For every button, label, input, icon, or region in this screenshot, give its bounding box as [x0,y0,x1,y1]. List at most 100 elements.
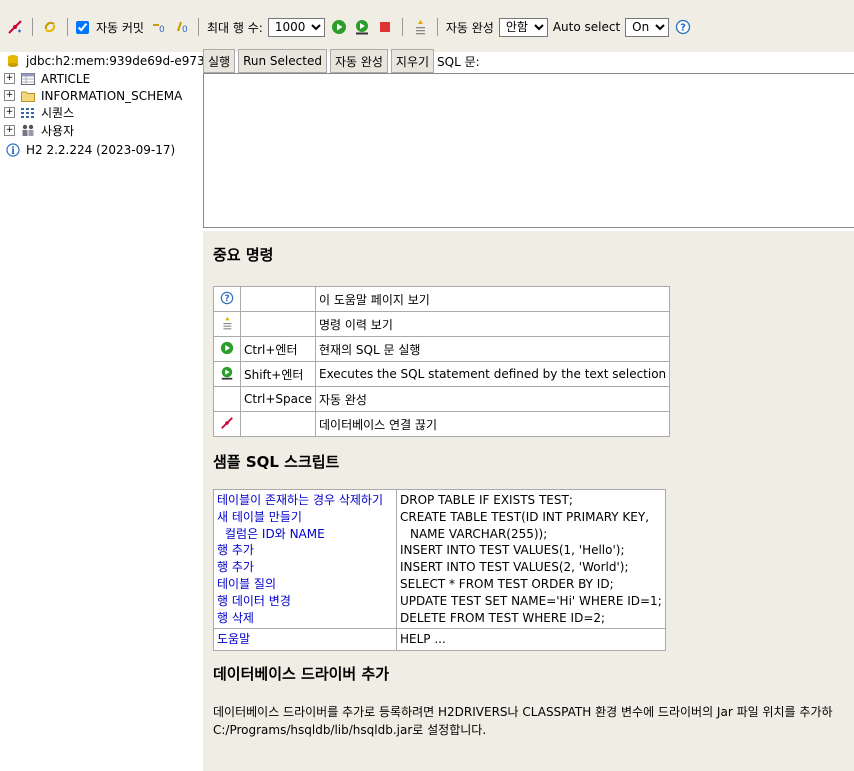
table-row: Ctrl+엔터 현재의 SQL 문 실행 [213,336,671,362]
table-row: ? 이 도움말 페이지 보기 [213,286,671,312]
driver-title: 데이터베이스 드라이버 추가 [213,665,390,683]
auto-complete-button[interactable]: 자동 완성 [329,49,388,73]
database-icon [4,52,22,70]
tree-item-label: 시퀀스 [41,106,75,120]
disconnect-icon[interactable] [220,416,234,433]
sample-link-create[interactable]: 새 테이블 만들기 [217,509,393,526]
version-node: i H2 2.2.224 (2023-09-17) [4,141,175,158]
commit-icon[interactable]: 0 [172,18,190,36]
sample-link-select[interactable]: 테이블 질의 [217,576,393,593]
commands-table: ? 이 도움말 페이지 보기 명령 이력 보기 Ctrl+엔터 현재의 SQL … [213,286,671,437]
max-rows-label: 최대 행 수: [206,20,263,35]
help-link[interactable]: 도움말 [217,631,393,648]
sql-line: CREATE TABLE TEST(ID INT PRIMARY KEY, [400,509,650,524]
connection-url: jdbc:h2:mem:939de69d-e973-4b [26,53,225,68]
rollback-icon[interactable]: 0 [149,18,167,36]
table-icon [19,70,37,88]
auto-select-label: Auto select [552,20,621,34]
sample-link-delete[interactable]: 행 삭제 [217,610,393,627]
sql-line: DELETE FROM TEST WHERE ID=2; [400,610,606,625]
sample-link-insert-2[interactable]: 행 추가 [217,559,393,576]
sample-link-drop[interactable]: 테이블이 존재하는 경우 삭제하기 [217,492,393,509]
connection-node[interactable]: jdbc:h2:mem:939de69d-e973-4b [4,52,224,69]
key-cell: Ctrl+엔터 [240,336,316,362]
run-selected-icon[interactable] [220,366,234,384]
key-cell [240,286,316,312]
refresh-icon[interactable] [41,18,59,36]
help-link-cell: 도움말 [213,628,397,652]
desc-cell: Executes the SQL statement defined by th… [314,361,671,387]
key-cell [240,311,316,337]
toolbar-separator [197,18,199,36]
run-button[interactable]: 실행 [203,49,236,73]
sql-label: SQL 문: [437,54,480,69]
desc-cell: 이 도움말 페이지 보기 [314,286,671,312]
key-cell: Shift+엔터 [240,361,316,387]
sql-line: DROP TABLE IF EXISTS TEST; [400,493,573,507]
driver-note: 데이터베이스 드라이버를 추가로 등록하려면 H2DRIVERS나 CLASSP… [213,703,853,739]
history-icon[interactable] [220,316,234,334]
clear-button[interactable]: 지우기 [390,49,435,73]
samples-table: 테이블이 존재하는 경우 삭제하기 새 테이블 만들기 컬럼은 ID와 NAME… [213,488,666,652]
sql-line: UPDATE TEST SET NAME='Hi' WHERE ID=1; [400,593,662,608]
tree-item-sequences[interactable]: + 시퀀스 [4,104,74,121]
tree-item-label: 사용자 [41,124,75,138]
history-icon[interactable] [411,18,429,36]
schema-tree: jdbc:h2:mem:939de69d-e973-4b + ARTICLE +… [0,52,224,771]
sql-editor[interactable] [203,73,854,228]
toolbar-separator [32,18,33,36]
max-rows-select[interactable]: 1000 [267,17,325,37]
toolbar-separator [401,18,403,36]
tree-item-information-schema[interactable]: + INFORMATION_SCHEMA [4,87,182,104]
run-selected-button[interactable]: Run Selected [238,49,327,73]
query-pane: 실행 Run Selected 자동 완성 지우기 SQL 문: 중요 명령 ?… [203,44,854,771]
expand-icon[interactable]: + [4,90,15,101]
users-icon [19,122,37,140]
key-cell [240,411,316,437]
tree-item-users[interactable]: + 사용자 [4,122,74,139]
expand-icon[interactable]: + [4,125,15,136]
version-label: H2 2.2.224 (2023-09-17) [26,142,176,157]
help-sql-cell: HELP ... [396,628,666,652]
table-row: 도움말 HELP ... [213,628,666,652]
svg-text:0: 0 [159,25,165,35]
desc-cell: 데이터베이스 연결 끊기 [314,411,671,437]
info-icon: i [4,141,22,159]
auto-commit-checkbox[interactable] [76,20,89,34]
run-icon[interactable] [330,18,348,36]
svg-text:0: 0 [182,25,188,35]
stop-icon[interactable] [376,18,394,36]
auto-complete-select[interactable]: 안함 [498,17,548,37]
help-panel: 중요 명령 ? 이 도움말 페이지 보기 명령 이력 보기 Ctrl+엔터 현재… [203,231,854,771]
help-icon[interactable]: ? [220,291,234,308]
tree-item-label: INFORMATION_SCHEMA [41,88,183,103]
help-icon[interactable]: ? [674,18,692,36]
table-row: Shift+엔터 Executes the SQL statement defi… [213,361,671,387]
auto-complete-label: 자동 완성 [445,20,494,35]
tree-item-label: ARTICLE [41,71,91,86]
svg-text:i: i [11,146,15,157]
run-selected-icon[interactable] [353,18,371,36]
expand-icon[interactable]: + [4,73,15,84]
desc-cell: 현재의 SQL 문 실행 [314,336,671,362]
table-row: 테이블이 존재하는 경우 삭제하기 새 테이블 만들기 컬럼은 ID와 NAME… [213,488,666,630]
toolbar-separator [67,18,68,36]
table-row: 명령 이력 보기 [213,311,671,337]
sample-sql-cell: DROP TABLE IF EXISTS TEST; CREATE TABLE … [396,488,666,630]
disconnect-icon[interactable] [6,18,24,36]
sample-link-columns[interactable]: 컬럼은 ID와 NAME [217,526,393,543]
sample-scripts-title: 샘플 SQL 스크립트 [213,453,340,471]
important-commands-title: 중요 명령 [213,246,274,264]
sequence-icon [19,104,37,122]
driver-note-line: C:/Programs/hsqldb/lib/hsqldb.jar로 설정합니다… [213,723,487,737]
auto-commit-label: 자동 커밋 [96,20,144,35]
sample-link-insert-1[interactable]: 행 추가 [217,542,393,559]
expand-icon[interactable]: + [4,107,15,118]
sql-line: INSERT INTO TEST VALUES(1, 'Hello'); [400,543,625,558]
run-icon[interactable] [220,341,234,358]
sample-link-update[interactable]: 행 데이터 변경 [217,593,393,610]
sample-links-cell: 테이블이 존재하는 경우 삭제하기 새 테이블 만들기 컬럼은 ID와 NAME… [213,488,397,630]
auto-select-select[interactable]: On [625,17,670,37]
tree-item-article[interactable]: + ARTICLE [4,70,90,87]
sql-line: SELECT * FROM TEST ORDER BY ID; [400,576,614,591]
